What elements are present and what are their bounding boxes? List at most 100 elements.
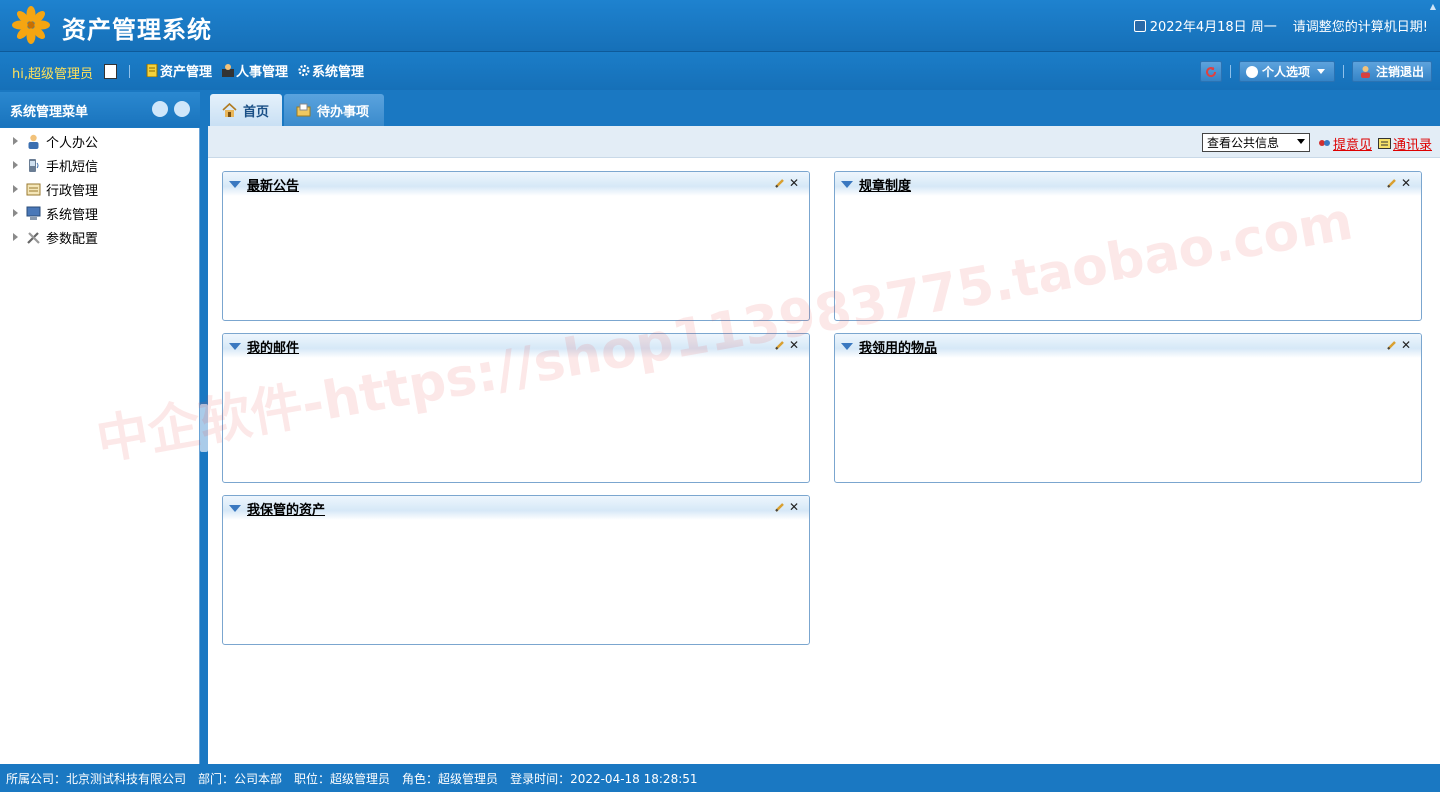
feedback-link[interactable]: 提意见 (1318, 134, 1372, 153)
sidebar-menu: 个人办公 手机短信 行政管理 系统管理 参数配置 (0, 128, 200, 764)
sidebar-item-system[interactable]: 系统管理 (0, 201, 199, 225)
sidebar-item-sms[interactable]: 手机短信 (0, 153, 199, 177)
menu-personnel-label: 人事管理 (236, 65, 289, 80)
collapse-triangle-icon[interactable] (229, 180, 241, 188)
status-department: 部门：公司本部 (198, 771, 283, 786)
splitter-grip-icon[interactable] (200, 404, 208, 452)
edit-pencil-icon[interactable] (775, 340, 785, 350)
tools-icon (27, 231, 40, 244)
collapse-triangle-icon[interactable] (841, 180, 853, 188)
toolbar-divider (1343, 65, 1344, 78)
public-info-select-value: 查看公共信息 (1207, 136, 1280, 150)
tab-home[interactable]: 首页 (210, 94, 282, 126)
sidebar-item-label: 手机短信 (46, 159, 99, 175)
status-role: 角色：超级管理员 (402, 771, 499, 786)
collapse-triangle-icon[interactable] (229, 504, 241, 512)
header-date-info: 2022年4月18日 周一 请调整您的计算机日期! (1133, 16, 1428, 35)
close-icon[interactable]: ✕ (789, 177, 799, 189)
status-company: 所属公司：北京测试科技有限公司 (6, 771, 187, 786)
toolbar-divider (1230, 65, 1231, 78)
expand-arrow-icon (13, 209, 18, 217)
chevron-down-icon (1297, 139, 1305, 144)
sidebar-item-personal-office[interactable]: 个人办公 (0, 129, 199, 153)
tab-bar: 首页 待办事项 (208, 92, 1440, 126)
menu-system-management[interactable]: 系统管理 (298, 61, 364, 80)
home-icon (222, 103, 237, 117)
menu-personnel-management[interactable]: 人事管理 (222, 61, 288, 80)
menu-system-label: 系统管理 (312, 65, 365, 80)
sidebar-splitter[interactable] (200, 92, 208, 764)
close-icon[interactable]: ✕ (789, 339, 799, 351)
logout-label: 注销退出 (1376, 65, 1425, 79)
edit-pencil-icon[interactable] (1387, 340, 1397, 350)
contacts-book-icon (1377, 138, 1391, 149)
status-bar: 所属公司：北京测试科技有限公司 部门：公司本部 职位：超级管理员 角色：超级管理… (0, 764, 1440, 792)
status-login-time: 登录时间：2022-04-18 18:28:51 (510, 771, 698, 786)
panel-my-received-items: 我领用的物品 ✕ (834, 333, 1422, 483)
toolbar-divider (129, 65, 130, 78)
panel-title[interactable]: 我的邮件 (247, 337, 299, 356)
user-greeting: hi,超级管理员 (12, 67, 93, 82)
sidebar-item-administration[interactable]: 行政管理 (0, 177, 199, 201)
logout-button[interactable]: 注销退出 (1352, 61, 1432, 82)
close-icon[interactable]: ✕ (1401, 177, 1411, 189)
feedback-icon (1318, 140, 1330, 146)
calculator-icon[interactable] (104, 64, 117, 79)
flower-logo-icon (12, 6, 50, 44)
personnel-icon (222, 64, 234, 77)
sidebar-item-label: 个人办公 (46, 135, 99, 151)
person-icon (28, 134, 39, 149)
panel-title[interactable]: 我领用的物品 (859, 337, 937, 356)
refresh-button[interactable] (1200, 61, 1222, 82)
app-title: 资产管理系统 (62, 16, 212, 44)
status-position: 职位：超级管理员 (294, 771, 391, 786)
gear-icon (298, 64, 310, 77)
collapse-triangle-icon[interactable] (841, 342, 853, 350)
tab-todo[interactable]: 待办事项 (284, 94, 384, 126)
feedback-label: 提意见 (1332, 138, 1372, 153)
collapse-sidebar-icon[interactable] (152, 101, 168, 117)
expand-arrow-icon (13, 185, 18, 193)
expand-arrow-icon (13, 137, 18, 145)
panel-title[interactable]: 最新公告 (247, 175, 299, 194)
chevron-down-icon (1317, 69, 1326, 74)
panel-title[interactable]: 规章制度 (859, 175, 911, 194)
contacts-label: 通讯录 (1392, 138, 1432, 153)
date-warning: 请调整您的计算机日期! (1292, 20, 1428, 35)
sidebar-title: 系统管理菜单 (10, 105, 89, 120)
panel-regulations: 规章制度 ✕ (834, 171, 1422, 321)
tab-home-label: 首页 (243, 104, 270, 120)
menu-asset-management[interactable]: 资产管理 (146, 61, 212, 80)
settings-gear-icon[interactable] (174, 101, 190, 117)
edit-pencil-icon[interactable] (775, 178, 785, 188)
menu-asset-label: 资产管理 (160, 65, 213, 80)
phone-icon (29, 158, 39, 172)
edit-pencil-icon[interactable] (775, 502, 785, 512)
todo-folder-icon (296, 103, 311, 117)
personal-options-label: 个人选项 (1262, 65, 1311, 79)
panel-my-custody-assets: 我保管的资产 ✕ (222, 495, 810, 645)
computer-icon (26, 206, 41, 220)
edit-pencil-icon[interactable] (1387, 178, 1397, 188)
collapse-header-icon[interactable]: ▲ (1430, 2, 1436, 11)
expand-arrow-icon (13, 161, 18, 169)
clock-icon (1133, 19, 1146, 32)
panel-title[interactable]: 我保管的资产 (247, 499, 325, 518)
app-header: 资产管理系统 2022年4月18日 周一 请调整您的计算机日期! ▲ (0, 0, 1440, 52)
close-icon[interactable]: ✕ (1401, 339, 1411, 351)
public-info-select[interactable]: 查看公共信息 (1202, 133, 1310, 152)
collapse-triangle-icon[interactable] (229, 342, 241, 350)
sidebar-item-config[interactable]: 参数配置 (0, 225, 199, 249)
user-logout-icon (1361, 66, 1370, 78)
content-subbar: 查看公共信息 提意见 通讯录 (208, 126, 1440, 158)
panel-latest-notices: 最新公告 ✕ (222, 171, 810, 321)
top-toolbar: hi,超级管理员 资产管理 人事管理 系统管理 个人选项 注销退出 (0, 52, 1440, 90)
info-icon (1246, 65, 1258, 78)
sidebar-item-label: 参数配置 (46, 231, 99, 247)
personal-options-button[interactable]: 个人选项 (1239, 61, 1335, 82)
close-icon[interactable]: ✕ (789, 501, 799, 513)
current-date: 2022年4月18日 周一 (1149, 20, 1277, 35)
panel-my-mail: 我的邮件 ✕ (222, 333, 810, 483)
sidebar-item-label: 行政管理 (46, 183, 99, 199)
contacts-link[interactable]: 通讯录 (1377, 134, 1432, 153)
